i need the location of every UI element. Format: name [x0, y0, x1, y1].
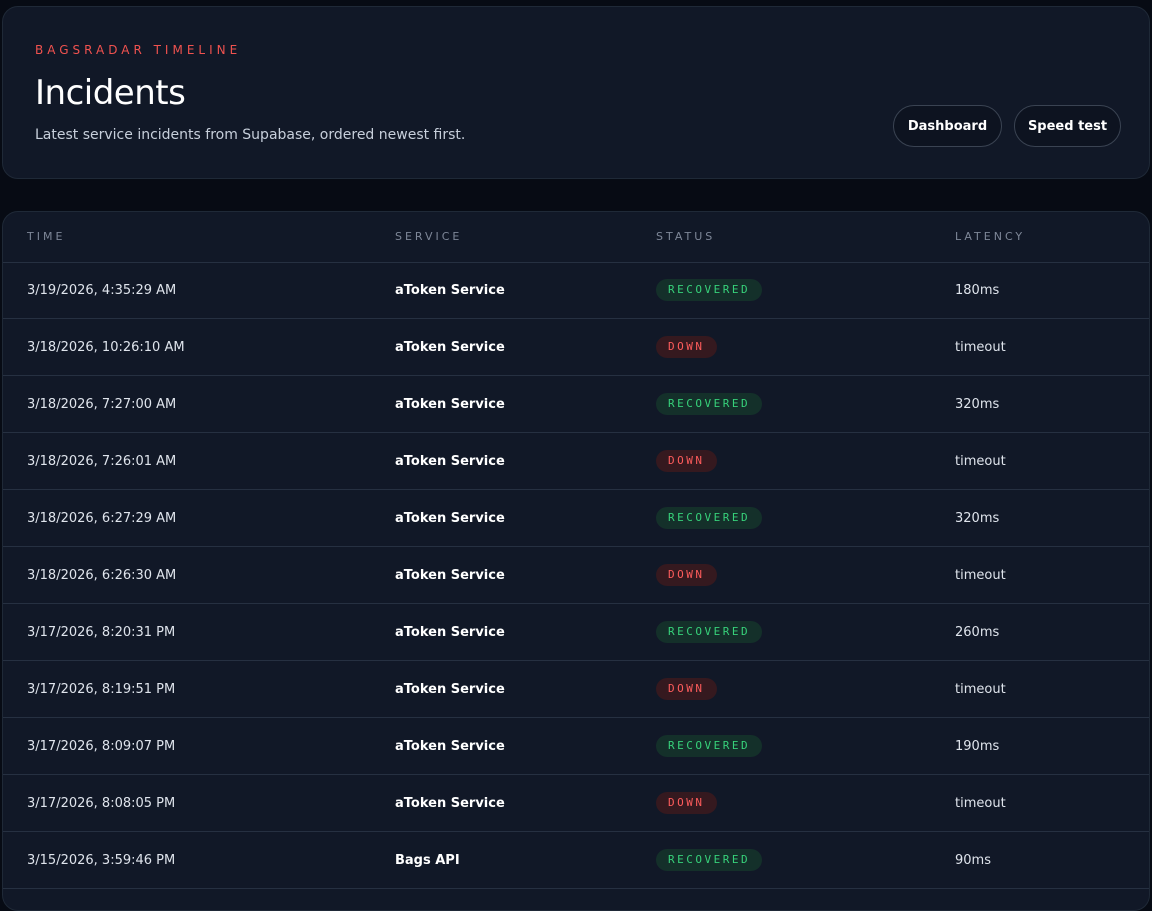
- incident-status-cell: RECOVERED: [656, 718, 763, 774]
- table-body: 3/19/2026, 4:35:29 AM aToken Service RECOV…: [3, 262, 1149, 889]
- incident-time: 3/17/2026, 8:20:31 PM: [27, 624, 176, 640]
- status-badge: DOWN: [656, 678, 717, 700]
- incident-service: aToken Service: [395, 624, 505, 640]
- status-badge: DOWN: [656, 792, 717, 814]
- table-header: TIME SERVICE STATUS LATENCY: [3, 212, 1149, 263]
- incident-latency: timeout: [955, 681, 1006, 697]
- table-row: 3/17/2026, 8:08:05 PM aToken Service DOWN t…: [3, 775, 1149, 832]
- page-subtitle: Latest service incidents from Supabase, …: [35, 127, 466, 143]
- incident-latency: timeout: [955, 567, 1006, 583]
- incident-time: 3/18/2026, 6:26:30 AM: [27, 567, 177, 583]
- table-row: 3/18/2026, 10:26:10 AM aToken Service DOWN…: [3, 319, 1149, 376]
- incident-service: aToken Service: [395, 567, 505, 583]
- incident-service: aToken Service: [395, 282, 505, 298]
- incident-latency: 180ms: [955, 282, 1000, 298]
- incident-latency: timeout: [955, 339, 1006, 355]
- table-row: 3/19/2026, 4:35:29 AM aToken Service RECOV…: [3, 262, 1149, 319]
- table-row: 3/17/2026, 8:19:51 PM aToken Service DOWN t…: [3, 661, 1149, 718]
- incident-time: 3/17/2026, 8:19:51 PM: [27, 681, 176, 697]
- incident-latency: 260ms: [955, 624, 1000, 640]
- status-badge: DOWN: [656, 564, 717, 586]
- table-row: 3/18/2026, 6:26:30 AM aToken Service DOWN t…: [3, 547, 1149, 604]
- incident-time: 3/18/2026, 6:27:29 AM: [27, 510, 177, 526]
- column-header-latency: LATENCY: [955, 230, 1026, 243]
- status-badge: RECOVERED: [656, 507, 763, 529]
- incident-time: 3/17/2026, 8:08:05 PM: [27, 795, 176, 811]
- incident-service: Bags API: [395, 852, 460, 868]
- table-row: 3/18/2026, 7:26:01 AM aToken Service DOWN t…: [3, 433, 1149, 490]
- incident-time: 3/17/2026, 8:09:07 PM: [27, 738, 176, 754]
- incident-time: 3/18/2026, 7:27:00 AM: [27, 396, 177, 412]
- status-badge: RECOVERED: [656, 279, 763, 301]
- status-badge: DOWN: [656, 336, 717, 358]
- incident-service: aToken Service: [395, 396, 505, 412]
- incident-latency: 90ms: [955, 852, 991, 868]
- incidents-table: TIME SERVICE STATUS LATENCY 3/19/2026, 4…: [2, 211, 1150, 911]
- incident-status-cell: DOWN: [656, 661, 717, 717]
- incident-status-cell: RECOVERED: [656, 262, 763, 318]
- status-badge: RECOVERED: [656, 849, 763, 871]
- table-row: 3/17/2026, 8:20:31 PM aToken Service RECOV…: [3, 604, 1149, 661]
- dashboard-button[interactable]: Dashboard: [893, 105, 1002, 147]
- incident-time: 3/15/2026, 3:59:46 PM: [27, 852, 176, 868]
- incident-time: 3/18/2026, 10:26:10 AM: [27, 339, 185, 355]
- incident-status-cell: DOWN: [656, 319, 717, 375]
- column-header-status: STATUS: [656, 230, 716, 243]
- header-card: BAGSRADAR TIMELINE Incidents Latest serv…: [2, 6, 1150, 179]
- incident-service: aToken Service: [395, 681, 505, 697]
- incident-latency: 320ms: [955, 396, 1000, 412]
- incident-status-cell: RECOVERED: [656, 604, 763, 660]
- table-row: 3/17/2026, 8:09:07 PM aToken Service RECOV…: [3, 718, 1149, 775]
- column-header-service: SERVICE: [395, 230, 463, 243]
- column-header-time: TIME: [27, 230, 66, 243]
- incident-time: 3/19/2026, 4:35:29 AM: [27, 282, 177, 298]
- table-row: 3/15/2026, 3:59:46 PM Bags API RECOVERED 90…: [3, 832, 1149, 889]
- incident-time: 3/18/2026, 7:26:01 AM: [27, 453, 177, 469]
- incident-service: aToken Service: [395, 510, 505, 526]
- incident-status-cell: DOWN: [656, 547, 717, 603]
- incident-status-cell: DOWN: [656, 433, 717, 489]
- page-title: Incidents: [35, 73, 186, 113]
- status-badge: RECOVERED: [656, 621, 763, 643]
- incident-latency: timeout: [955, 795, 1006, 811]
- incident-status-cell: DOWN: [656, 775, 717, 831]
- table-row: 3/18/2026, 6:27:29 AM aToken Service RECOV…: [3, 490, 1149, 547]
- incident-status-cell: RECOVERED: [656, 490, 763, 546]
- status-badge: RECOVERED: [656, 393, 763, 415]
- incident-service: aToken Service: [395, 453, 505, 469]
- speed-test-button[interactable]: Speed test: [1014, 105, 1121, 147]
- app-eyebrow: BAGSRADAR TIMELINE: [35, 43, 242, 57]
- incident-latency: 320ms: [955, 510, 1000, 526]
- incident-status-cell: RECOVERED: [656, 832, 763, 888]
- incident-service: aToken Service: [395, 795, 505, 811]
- incident-service: aToken Service: [395, 339, 505, 355]
- incident-latency: timeout: [955, 453, 1006, 469]
- table-row: 3/18/2026, 7:27:00 AM aToken Service RECOV…: [3, 376, 1149, 433]
- status-badge: RECOVERED: [656, 735, 763, 757]
- status-badge: DOWN: [656, 450, 717, 472]
- incident-status-cell: RECOVERED: [656, 376, 763, 432]
- incident-latency: 190ms: [955, 738, 1000, 754]
- incident-service: aToken Service: [395, 738, 505, 754]
